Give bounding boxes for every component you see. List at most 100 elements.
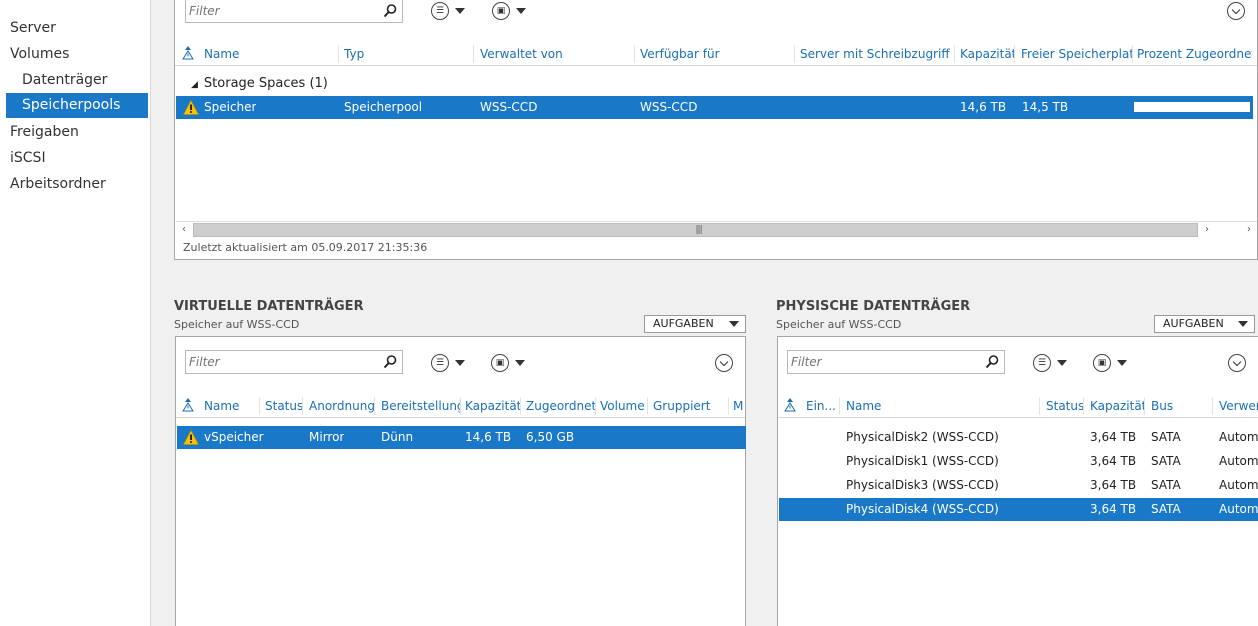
sidebar-item-datentraeger[interactable]: Datenträger bbox=[6, 68, 148, 93]
search-icon[interactable] bbox=[382, 3, 398, 19]
col-kapazitaet[interactable]: Kapazität bbox=[465, 394, 521, 418]
physical-tasks-button[interactable]: AUFGABEN bbox=[1154, 315, 1255, 333]
col-status[interactable]: Status bbox=[265, 394, 303, 418]
list-view-icon: ☰ bbox=[431, 354, 449, 372]
table-row[interactable]: PhysicalDisk4 (WSS-CCD) 3,64 TB SATA Aut… bbox=[779, 498, 1258, 521]
virtual-filter-input[interactable] bbox=[186, 351, 371, 373]
search-icon[interactable] bbox=[382, 354, 398, 370]
pdisk-verwendung: Autom bbox=[1219, 454, 1258, 468]
col-typ[interactable]: Typ bbox=[344, 42, 474, 66]
pool-kapazitaet: 14,6 TB bbox=[960, 100, 1007, 114]
warning-sort-icon[interactable] bbox=[784, 398, 796, 412]
scroll-right-end-icon[interactable]: › bbox=[1241, 222, 1257, 237]
pdisk-bus: SATA bbox=[1151, 502, 1181, 516]
sidebar: Server Volumes Datenträger Speicherpools… bbox=[0, 0, 151, 626]
virtual-filter[interactable] bbox=[185, 350, 403, 374]
search-icon[interactable] bbox=[984, 354, 1000, 370]
chevron-down-icon bbox=[1238, 321, 1248, 327]
col-gruppiert[interactable]: Gruppiert bbox=[653, 394, 729, 418]
vdisk-bereitstellung: Dünn bbox=[381, 430, 414, 444]
pools-expand-button[interactable] bbox=[1227, 2, 1245, 20]
vdisk-name: vSpeicher bbox=[204, 430, 264, 444]
chevron-down-icon bbox=[719, 357, 729, 366]
table-row[interactable]: Speicher Speicherpool WSS-CCD WSS-CCD 14… bbox=[176, 96, 1253, 119]
pool-typ: Speicherpool bbox=[344, 100, 423, 114]
pools-filter-input[interactable] bbox=[186, 0, 371, 22]
col-m[interactable]: M bbox=[733, 394, 747, 418]
sidebar-item-server[interactable]: Server bbox=[6, 16, 148, 41]
table-row[interactable]: PhysicalDisk3 (WSS-CCD) 3,64 TB SATA Aut… bbox=[779, 474, 1258, 497]
col-kapazitaet[interactable]: Kapazität bbox=[960, 42, 1015, 66]
physical-filter-input[interactable] bbox=[788, 351, 973, 373]
col-volume[interactable]: Volume bbox=[600, 394, 648, 418]
vdisk-kapazitaet: 14,6 TB bbox=[465, 430, 512, 444]
table-row[interactable]: PhysicalDisk2 (WSS-CCD) 3,64 TB SATA Aut… bbox=[779, 426, 1258, 449]
physical-disks-title: PHYSISCHE DATENTRÄGER bbox=[776, 299, 971, 314]
sidebar-item-iscsi[interactable]: iSCSI bbox=[6, 146, 148, 171]
physical-filter[interactable] bbox=[787, 350, 1005, 374]
virtual-tasks-button[interactable]: AUFGABEN bbox=[644, 315, 746, 333]
table-row[interactable]: PhysicalDisk1 (WSS-CCD) 3,64 TB SATA Aut… bbox=[779, 450, 1258, 473]
pools-filter[interactable] bbox=[185, 0, 403, 23]
col-freier-speicherplatz[interactable]: Freier Speicherplatz bbox=[1021, 42, 1133, 66]
col-prozent-zugeordnet[interactable]: Prozent Zugeordnet bbox=[1137, 42, 1252, 66]
col-anordnung[interactable]: Anordnung bbox=[309, 394, 375, 418]
col-verwaltet-von[interactable]: Verwaltet von bbox=[480, 42, 635, 66]
table-row[interactable]: vSpeicher Mirror Dünn 14,6 TB 6,50 GB bbox=[177, 426, 746, 449]
col-bereitstellung[interactable]: Bereitstellung bbox=[381, 394, 461, 418]
col-bus[interactable]: Bus bbox=[1151, 394, 1213, 418]
group-header[interactable]: ◢ Storage Spaces (1) bbox=[191, 76, 328, 91]
status-text: Zuletzt aktualisiert am 05.09.2017 21:35… bbox=[183, 241, 428, 254]
chevron-down-icon bbox=[729, 321, 739, 327]
virtual-expand-button[interactable] bbox=[715, 354, 733, 372]
physical-expand-button[interactable] bbox=[1228, 354, 1246, 372]
warning-sort-icon[interactable] bbox=[182, 398, 194, 412]
col-name[interactable]: Name bbox=[846, 394, 1040, 418]
pool-name: Speicher bbox=[204, 100, 257, 114]
save-icon: ▣ bbox=[491, 354, 509, 372]
pdisk-bus: SATA bbox=[1151, 454, 1181, 468]
col-server-schreibzugriff[interactable]: Server mit Schreibzugriff bbox=[800, 42, 955, 66]
physical-save-button[interactable]: ▣ bbox=[1093, 352, 1127, 374]
warning-sort-icon[interactable] bbox=[182, 46, 194, 60]
pdisk-bus: SATA bbox=[1151, 430, 1181, 444]
col-zugeordnet[interactable]: Zugeordnet bbox=[526, 394, 596, 418]
virtual-view-button[interactable]: ☰ bbox=[431, 352, 465, 374]
collapse-triangle-icon[interactable]: ◢ bbox=[191, 80, 198, 90]
sidebar-item-freigaben[interactable]: Freigaben bbox=[6, 120, 148, 145]
pool-frei: 14,5 TB bbox=[1022, 100, 1069, 114]
pdisk-bus: SATA bbox=[1151, 478, 1181, 492]
col-kapazitaet[interactable]: Kapazität bbox=[1090, 394, 1145, 418]
col-einschub[interactable]: Ein... bbox=[806, 394, 840, 418]
virtual-disks-panel: ☰ ▣ Name Status Anordnung Bereitstellung… bbox=[175, 336, 746, 626]
virtual-save-button[interactable]: ▣ bbox=[491, 352, 525, 374]
physical-view-button[interactable]: ☰ bbox=[1033, 352, 1067, 374]
pool-verwaltet: WSS-CCD bbox=[480, 100, 538, 114]
col-name[interactable]: Name bbox=[204, 394, 260, 418]
scrollbar-thumb[interactable]: ||| bbox=[193, 223, 1198, 237]
sidebar-item-volumes[interactable]: Volumes bbox=[6, 42, 148, 67]
virtual-disks-subtitle: Speicher auf WSS-CCD bbox=[174, 318, 300, 331]
pools-view-button[interactable]: ☰ bbox=[431, 0, 465, 22]
scroll-left-icon[interactable]: ‹ bbox=[176, 222, 192, 237]
pdisk-verwendung: Autom bbox=[1219, 430, 1258, 444]
vdisk-zugeordnet: 6,50 GB bbox=[526, 430, 575, 444]
pools-save-button[interactable]: ▣ bbox=[492, 0, 526, 22]
warning-icon bbox=[183, 430, 199, 445]
col-verfuegbar-fuer[interactable]: Verfügbar für bbox=[640, 42, 795, 66]
scroll-right-icon[interactable]: › bbox=[1199, 222, 1215, 237]
sidebar-item-speicherpools[interactable]: Speicherpools bbox=[6, 93, 148, 118]
list-view-icon: ☰ bbox=[1033, 354, 1051, 372]
col-verwendung[interactable]: Verwer bbox=[1219, 394, 1258, 418]
col-name[interactable]: Name bbox=[204, 42, 339, 66]
physical-table-header: Ein... Name Status Kapazität Bus Verwer bbox=[778, 394, 1258, 418]
chevron-down-icon bbox=[1232, 357, 1242, 366]
sidebar-item-arbeitsordner[interactable]: Arbeitsordner bbox=[6, 172, 148, 197]
pools-horizontal-scrollbar[interactable]: ‹ ||| › › bbox=[176, 221, 1257, 237]
pdisk-name: PhysicalDisk4 (WSS-CCD) bbox=[846, 502, 999, 516]
storage-pools-panel: ☰ ▣ Name Typ Verwaltet von Verfügbar für… bbox=[174, 0, 1258, 260]
save-icon: ▣ bbox=[1093, 354, 1111, 372]
chevron-down-icon bbox=[1231, 5, 1241, 14]
vdisk-anordnung: Mirror bbox=[309, 430, 345, 444]
col-status[interactable]: Status bbox=[1046, 394, 1084, 418]
